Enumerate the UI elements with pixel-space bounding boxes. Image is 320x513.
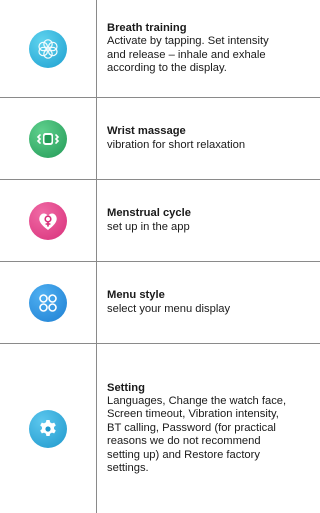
row-title: Wrist massage <box>107 125 186 138</box>
column-divider <box>96 0 97 513</box>
icon-cell <box>0 0 96 97</box>
table-row-setting: Setting Languages, Change the watch face… <box>0 344 320 513</box>
row-description: vibration for short relaxation <box>107 138 246 151</box>
icon-cell <box>0 98 96 179</box>
row-description: set up in the app <box>107 220 190 233</box>
row-title: Menstrual cycle <box>107 207 191 220</box>
massage-icon <box>29 119 67 158</box>
menu-style-icon <box>29 283 67 322</box>
icon-cell <box>0 262 96 343</box>
row-title: Breath training <box>107 21 187 34</box>
row-description: Languages, Change the watch face, Screen… <box>107 394 287 475</box>
settings-gear-icon <box>29 409 67 448</box>
icon-cell <box>0 180 96 261</box>
feature-table: Breath training Activate by tapping. Set… <box>0 0 320 513</box>
menstrual-icon <box>29 201 67 240</box>
row-description: select your menu display <box>107 302 231 315</box>
text-cell: Wrist massage vibration for short relaxa… <box>107 98 312 179</box>
text-cell: Menstrual cycle set up in the app <box>107 180 312 261</box>
table-row-menstrual-cycle: Menstrual cycle set up in the app <box>0 180 320 262</box>
row-title: Menu style <box>107 289 165 302</box>
breath-icon <box>29 29 67 68</box>
row-description: Activate by tapping. Set intensity and r… <box>107 35 269 74</box>
text-cell: Menu style select your menu display <box>107 262 312 343</box>
text-cell: Setting Languages, Change the watch face… <box>107 344 312 513</box>
table-row-menu-style: Menu style select your menu display <box>0 262 320 344</box>
table-row-breath-training: Breath training Activate by tapping. Set… <box>0 0 320 98</box>
text-cell: Breath training Activate by tapping. Set… <box>107 0 312 97</box>
table-row-wrist-massage: Wrist massage vibration for short relaxa… <box>0 98 320 180</box>
row-title: Setting <box>107 381 145 394</box>
icon-cell <box>0 344 96 513</box>
